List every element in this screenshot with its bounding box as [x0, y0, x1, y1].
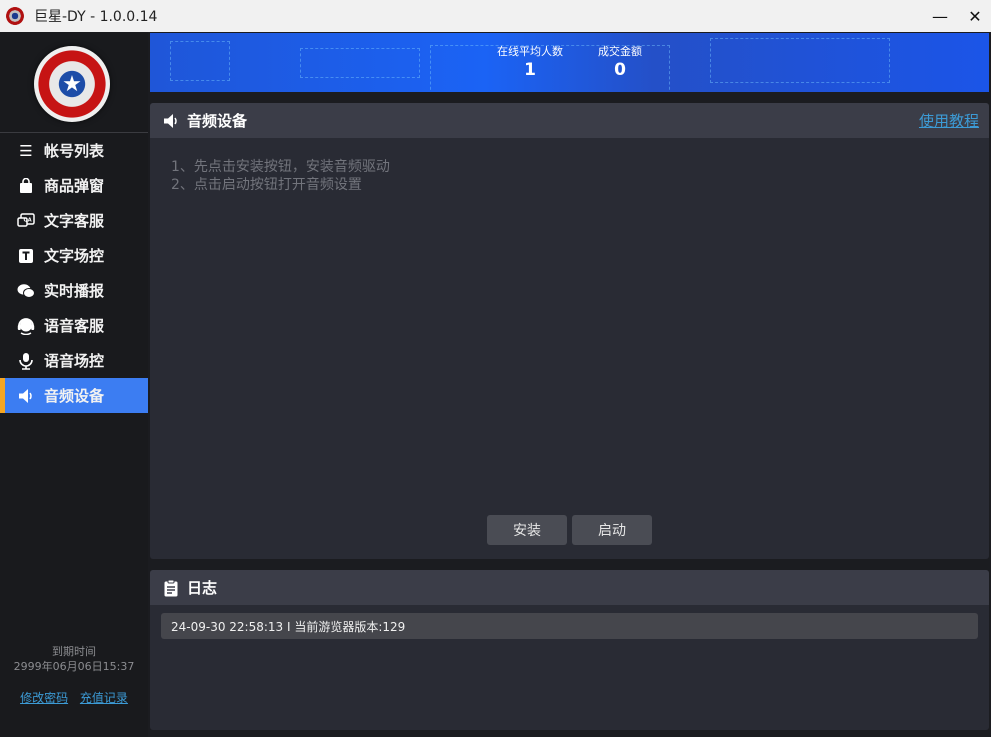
captain-shield-logo: ★ — [34, 46, 110, 122]
sidebar-item-account-list[interactable]: ☰ 帐号列表 — [0, 133, 148, 168]
text-t-icon — [16, 246, 36, 266]
sidebar-nav: ☰ 帐号列表 商品弹窗 QA 文字客服 文字场控 实时播报 语音客服 语音场控 … — [0, 133, 148, 413]
svg-text:QA: QA — [24, 217, 32, 223]
tutorial-link[interactable]: 使用教程 — [919, 110, 979, 131]
minimize-button[interactable]: — — [920, 0, 960, 32]
speaker-icon — [161, 111, 181, 131]
expiry-label: 到期时间 — [52, 645, 96, 658]
start-button[interactable]: 启动 — [572, 515, 652, 545]
log-panel: 日志 24-09-30 22:58:13 I 当前游览器版本:129 — [150, 570, 989, 730]
window-title: 巨星-DY - 1.0.0.14 — [34, 9, 158, 25]
sidebar-item-text-service[interactable]: QA 文字客服 — [0, 203, 148, 238]
banner-decoration — [170, 41, 230, 81]
sidebar-item-label: 语音场控 — [44, 352, 105, 370]
expiry-info: 到期时间 2999年06月06日15:37 — [0, 644, 148, 674]
banner-decoration — [710, 38, 890, 83]
sidebar-item-label: 音频设备 — [44, 387, 105, 405]
speaker-icon — [16, 386, 36, 406]
sidebar-item-audio-device[interactable]: 音频设备 — [0, 378, 148, 413]
sidebar-item-label: 帐号列表 — [44, 142, 105, 160]
log-entry: 24-09-30 22:58:13 I 当前游览器版本:129 — [161, 613, 978, 639]
qa-chat-icon: QA — [16, 211, 36, 231]
stat-value: 0 — [614, 60, 626, 80]
banner-decoration — [300, 48, 420, 78]
stat-deal-amount: 成交金额 0 — [580, 43, 660, 80]
sidebar-item-live-broadcast[interactable]: 实时播报 — [0, 273, 148, 308]
star-icon: ★ — [62, 71, 82, 97]
stat-value: 1 — [524, 60, 536, 80]
panel-header: 音频设备 使用教程 — [150, 103, 989, 138]
audio-device-panel: 音频设备 使用教程 1、先点击安装按钮，安装音频驱动 2、点击启动按钮打开音频设… — [150, 103, 989, 559]
headset-icon — [16, 316, 36, 336]
app-logo-icon — [6, 7, 24, 25]
account-links: 修改密码 充值记录 — [0, 689, 148, 706]
sidebar-item-text-control[interactable]: 文字场控 — [0, 238, 148, 273]
change-password-link[interactable]: 修改密码 — [20, 691, 68, 705]
sidebar-item-label: 语音客服 — [44, 317, 105, 335]
stat-label: 成交金额 — [598, 45, 642, 58]
panel-title: 日志 — [187, 579, 218, 597]
instruction-line: 2、点击启动按钮打开音频设置 — [171, 177, 362, 193]
sidebar-item-label: 文字场控 — [44, 247, 105, 265]
title-bar: 巨星-DY - 1.0.0.14 — ✕ — [0, 0, 991, 32]
install-button[interactable]: 安装 — [487, 515, 567, 545]
stats-banner: 在线平均人数 1 成交金额 0 — [150, 33, 989, 92]
instructions: 1、先点击安装按钮，安装音频驱动 2、点击启动按钮打开音频设置 — [171, 158, 390, 194]
wechat-bubbles-icon — [16, 281, 36, 301]
stat-online-average: 在线平均人数 1 — [490, 43, 570, 80]
sidebar-item-label: 商品弹窗 — [44, 177, 105, 195]
sidebar-item-product-popup[interactable]: 商品弹窗 — [0, 168, 148, 203]
stat-label: 在线平均人数 — [497, 45, 563, 58]
list-icon: ☰ — [19, 141, 33, 160]
sidebar: ★ ☰ 帐号列表 商品弹窗 QA 文字客服 文字场控 实时播报 语音客服 语音场… — [0, 32, 148, 737]
clipboard-icon — [161, 578, 181, 598]
instruction-line: 1、先点击安装按钮，安装音频驱动 — [171, 159, 390, 175]
sidebar-item-voice-service[interactable]: 语音客服 — [0, 308, 148, 343]
sidebar-item-label: 文字客服 — [44, 212, 105, 230]
microphone-icon — [16, 351, 36, 371]
sidebar-item-voice-control[interactable]: 语音场控 — [0, 343, 148, 378]
panel-title: 音频设备 — [187, 112, 248, 130]
sidebar-item-label: 实时播报 — [44, 282, 105, 300]
expiry-value: 2999年06月06日15:37 — [13, 660, 135, 673]
shopping-bag-icon — [16, 176, 36, 196]
close-button[interactable]: ✕ — [955, 0, 991, 32]
recharge-log-link[interactable]: 充值记录 — [80, 691, 128, 705]
panel-header: 日志 — [150, 570, 989, 605]
